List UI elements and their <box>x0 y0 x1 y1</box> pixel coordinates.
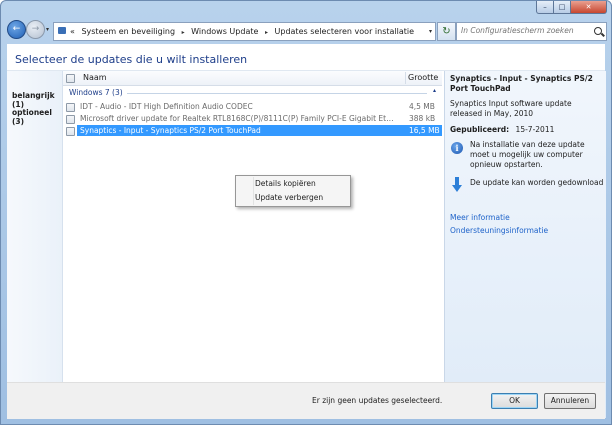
search-input[interactable] <box>457 23 593 38</box>
column-divider[interactable] <box>405 72 406 84</box>
update-name: Microsoft driver update for Realtek RTL8… <box>80 114 398 123</box>
address-bar[interactable]: « Systeem en beveiliging ▸ Windows Updat… <box>53 22 436 41</box>
recent-pages-dropdown[interactable]: ▾ <box>46 26 49 33</box>
search-icon[interactable] <box>594 27 602 35</box>
update-row-selected[interactable]: Synaptics - Input - Synaptics PS/2 Port … <box>63 125 442 136</box>
details-description: Synaptics Input software update released… <box>450 99 572 118</box>
navigation-toolbar: ← → ▾ « Systeem en beveiliging ▸ Windows… <box>1 15 611 44</box>
address-dropdown-icon[interactable]: ▾ <box>429 23 432 40</box>
download-arrow-icon <box>452 177 462 192</box>
breadcrumb-separator-icon[interactable]: ▸ <box>182 29 185 36</box>
update-list: Naam Grootte Windows 7 (3) ▴ IDT - Audio… <box>63 71 442 382</box>
group-divider <box>127 93 427 94</box>
copy-details-menu-item[interactable]: Details kopiëren <box>255 179 316 188</box>
more-info-link[interactable]: Meer informatie <box>450 213 510 222</box>
list-header: Naam Grootte <box>63 71 442 86</box>
select-all-checkbox[interactable] <box>66 74 75 83</box>
ok-button[interactable]: OK <box>491 393 538 409</box>
cancel-button[interactable]: Annuleren <box>544 393 596 409</box>
update-checkbox[interactable] <box>66 127 75 136</box>
details-published: Gepubliceerd: 15-7-2011 <box>450 125 554 134</box>
title-bar: – □ ✕ <box>1 1 611 15</box>
group-header[interactable]: Windows 7 (3) <box>69 88 123 97</box>
breadcrumb-item-security[interactable]: Systeem en beveiliging <box>81 27 175 36</box>
update-size: 4,5 MB <box>409 102 435 111</box>
restart-note: Na installatie van deze update moet u mo… <box>470 140 585 169</box>
column-header-name[interactable]: Naam <box>83 71 107 85</box>
footer-buttons: OK Annuleren <box>444 382 605 419</box>
refresh-button[interactable]: ↻ <box>437 22 456 41</box>
column-header-size[interactable]: Grootte <box>408 71 438 85</box>
maximize-button[interactable]: □ <box>553 1 571 14</box>
update-name: IDT - Audio - IDT High Definition Audio … <box>80 102 253 111</box>
category-important[interactable]: belangrijk (1) <box>12 91 62 109</box>
context-menu: Details kopiëren Update verbergen <box>235 175 351 207</box>
menu-gutter <box>253 177 254 205</box>
update-name: Synaptics - Input - Synaptics PS/2 Port … <box>80 126 261 135</box>
published-date: 15-7-2011 <box>515 125 555 134</box>
category-pane: belangrijk (1) optioneel (3) <box>7 71 63 418</box>
minimize-button[interactable]: – <box>536 1 554 14</box>
search-box[interactable] <box>456 22 607 41</box>
download-note: De update kan worden gedownload <box>470 178 604 187</box>
breadcrumb-overflow[interactable]: « <box>70 27 75 36</box>
breadcrumb-separator-icon[interactable]: ▸ <box>265 29 268 36</box>
page-title: Selecteer de updates die u wilt installe… <box>15 53 248 66</box>
update-size: 16,5 MB <box>409 126 440 135</box>
back-button[interactable]: ← <box>7 20 26 39</box>
category-optional[interactable]: optioneel (3) <box>12 108 62 126</box>
update-checkbox[interactable] <box>66 115 75 124</box>
main-content: Selecteer de updates die u wilt installe… <box>7 44 606 419</box>
selection-status: Er zijn geen updates geselecteerd. <box>312 396 443 405</box>
breadcrumb-item-select-updates[interactable]: Updates selecteren voor installatie <box>275 27 415 36</box>
update-size: 388 kB <box>409 114 436 123</box>
details-title: Synaptics - Input - Synaptics PS/2 Port … <box>450 74 593 93</box>
hide-update-menu-item[interactable]: Update verbergen <box>255 193 323 202</box>
footer-bar: Er zijn geen updates geselecteerd. <box>7 382 444 419</box>
forward-button[interactable]: → <box>26 20 45 39</box>
collapse-chevron-icon[interactable]: ▴ <box>433 87 436 94</box>
breadcrumb-item-windows-update[interactable]: Windows Update <box>191 27 258 36</box>
update-row[interactable]: IDT - Audio - IDT High Definition Audio … <box>63 101 442 112</box>
window: – □ ✕ ← → ▾ « Systeem en beveiliging ▸ W… <box>0 0 612 425</box>
close-button[interactable]: ✕ <box>570 1 607 14</box>
update-checkbox[interactable] <box>66 103 75 112</box>
info-icon: i <box>451 142 463 154</box>
control-panel-icon <box>58 27 66 34</box>
support-info-link[interactable]: Ondersteuningsinformatie <box>450 226 548 235</box>
published-label: Gepubliceerd: <box>450 125 510 134</box>
breadcrumb: « Systeem en beveiliging ▸ Windows Updat… <box>70 23 414 40</box>
update-row[interactable]: Microsoft driver update for Realtek RTL8… <box>63 113 442 124</box>
details-pane: Synaptics - Input - Synaptics PS/2 Port … <box>444 71 606 418</box>
